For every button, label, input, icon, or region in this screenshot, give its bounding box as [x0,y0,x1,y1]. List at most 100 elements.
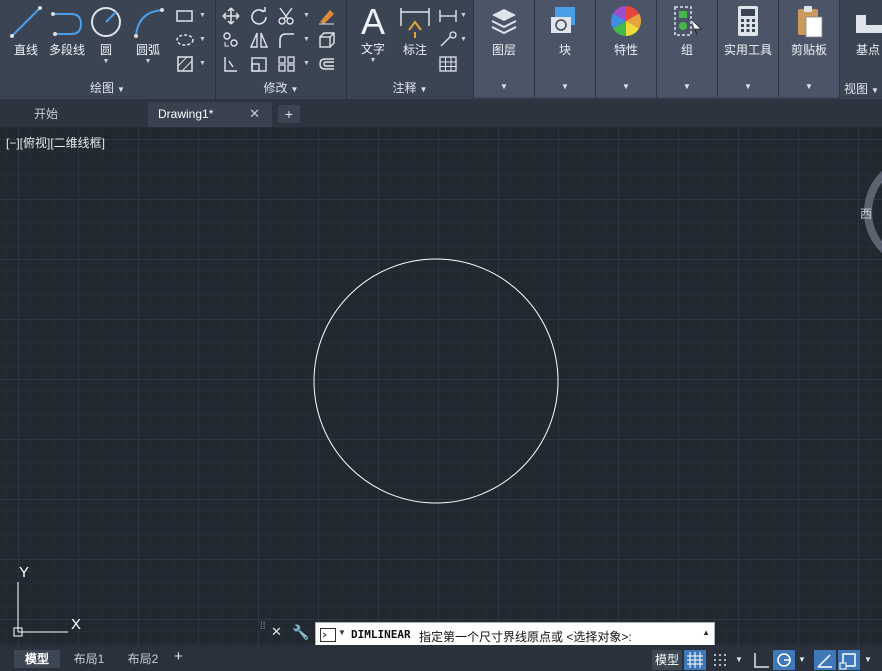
erase-icon[interactable] [316,6,338,26]
offset-icon[interactable] [316,54,338,74]
hatch-dropdown-icon[interactable]: ▼ [199,60,206,67]
snap-mode-icon[interactable] [710,650,732,670]
modify-title-text: 修改 [263,81,288,95]
layout-tab-layout2[interactable]: 布局2 [118,650,168,668]
tab-drawing1-label: Drawing1* [158,107,214,121]
circle-dropdown-icon[interactable]: ▼ [88,58,124,66]
close-command-icon[interactable]: ✕ [271,624,282,640]
clipboard-label: 剪贴板 [790,43,827,57]
command-input[interactable]: ▼ DIMLINEAR 指定第一个尺寸界线原点或 <选择对象>: ▲ [315,622,715,646]
polar-tracking-dropdown-icon[interactable]: ▼ [798,655,806,664]
ucs-y-label: Y [19,564,30,581]
arc-tool[interactable]: 圆弧 ▼ [128,4,168,66]
viewport-controls-label[interactable]: [−][俯视][二维线框] [6,134,105,151]
close-tab-icon[interactable]: ✕ [249,102,260,126]
drawn-circle[interactable] [313,258,559,504]
layout-tab-layout1[interactable]: 布局1 [64,650,114,668]
dimension-tool[interactable]: 标注 [397,4,433,58]
arc-icon [134,8,164,38]
clipboard-button[interactable]: 剪贴板 ▼ [779,0,840,97]
command-history-dropdown-icon[interactable]: ▼ [338,628,346,637]
scale-icon[interactable] [248,54,270,74]
copy-icon[interactable] [220,30,242,50]
trim-dropdown-icon[interactable]: ▼ [303,12,310,19]
linear-dimension-icon[interactable] [437,6,459,26]
layers-dropdown-icon[interactable]: ▼ [474,82,534,91]
table-icon[interactable] [437,54,459,74]
layers-label: 图层 [491,43,516,57]
arc-label: 圆弧 [135,43,160,57]
arc-dropdown-icon[interactable]: ▼ [128,58,168,66]
layers-icon [491,9,517,35]
linear-dimension-dropdown-icon[interactable]: ▼ [460,12,467,19]
ellipse-dropdown-icon[interactable]: ▼ [199,36,206,43]
tab-start[interactable]: 开始 [6,102,146,127]
utilities-dropdown-icon[interactable]: ▼ [718,82,778,91]
circle-label: 圆 [99,43,112,57]
polar-tracking-icon[interactable] [773,650,795,670]
circle-tool[interactable]: 圆 ▼ [88,4,124,66]
mirror-icon[interactable] [248,30,270,50]
add-layout-button[interactable]: + [174,648,183,665]
array-dropdown-icon[interactable]: ▼ [303,60,310,67]
command-scroll-up-icon[interactable]: ▲ [702,628,710,637]
modify-panel-expand-icon: ▼ [290,85,299,94]
block-label: 块 [558,43,571,57]
fillet-dropdown-icon[interactable]: ▼ [303,36,310,43]
line-icon [10,6,42,38]
array-icon[interactable] [276,54,298,74]
command-prompt-icon[interactable] [320,628,336,642]
group-button[interactable]: 组 ▼ [657,0,718,97]
basepoint-icon [856,15,882,33]
circle-icon [91,7,121,37]
properties-button[interactable]: 特性 ▼ [596,0,657,97]
draw-panel-title[interactable]: 绘图 ▼ [0,80,215,97]
model-space-button[interactable]: 模型 [652,650,682,670]
group-dropdown-icon[interactable]: ▼ [657,82,717,91]
3d-box-icon[interactable] [316,30,338,50]
rotate-icon[interactable] [248,6,270,26]
clipboard-icon [798,6,823,38]
text-tool[interactable]: A 文字 ▼ [353,2,393,65]
viewcube-west-label[interactable]: 西 [860,205,872,222]
layers-button[interactable]: 图层 ▼ [474,0,535,97]
tab-start-label: 开始 [34,107,59,121]
polyline-tool[interactable]: 多段线 [46,4,88,58]
hatch-icon[interactable] [174,54,196,74]
customize-wrench-icon[interactable]: 🔧 [292,624,309,641]
trim-icon[interactable] [276,6,298,26]
leader-icon[interactable] [437,30,459,50]
grid-toggle-icon[interactable] [684,650,706,670]
annotation-panel: A 文字 ▼ 标注 ▼ ▼ 注释 ▼ [347,0,474,99]
tab-drawing1[interactable]: Drawing1* ✕ [148,102,272,127]
annotation-panel-title[interactable]: 注释 ▼ [347,80,473,97]
view-panel-title[interactable]: 视图 ▼ [844,80,879,97]
isometric-drafting-icon[interactable] [814,650,836,670]
move-icon[interactable] [220,6,242,26]
rectangle-dropdown-icon[interactable]: ▼ [199,12,206,19]
layout-tab-model[interactable]: 模型 [14,650,60,668]
clipboard-dropdown-icon[interactable]: ▼ [779,82,839,91]
modify-panel-title[interactable]: 修改 ▼ [216,80,346,97]
new-tab-button[interactable]: + [278,105,300,123]
properties-dropdown-icon[interactable]: ▼ [596,82,656,91]
block-button[interactable]: 块 ▼ [535,0,596,97]
draw-title-text: 绘图 [90,81,115,95]
stretch-icon[interactable] [220,54,242,74]
text-dropdown-icon[interactable]: ▼ [353,57,393,65]
snap-mode-dropdown-icon[interactable]: ▼ [735,655,743,664]
object-snap-icon[interactable] [838,650,860,670]
basepoint-button[interactable]: 基点 视图 ▼ [840,0,882,97]
utilities-button[interactable]: 实用工具 ▼ [718,0,779,97]
block-dropdown-icon[interactable]: ▼ [535,82,595,91]
ortho-mode-icon[interactable] [750,650,772,670]
drawing-canvas[interactable]: Y X 西 [0,127,882,645]
line-tool[interactable]: 直线 [6,4,46,58]
annotation-title-text: 注释 [392,81,417,95]
ellipse-icon[interactable] [174,30,196,50]
command-grip-icon[interactable]: ⁞⁞ [260,622,268,642]
leader-dropdown-icon[interactable]: ▼ [460,36,467,43]
object-snap-dropdown-icon[interactable]: ▼ [864,655,872,664]
fillet-icon[interactable] [276,30,298,50]
rectangle-icon[interactable] [174,6,196,26]
